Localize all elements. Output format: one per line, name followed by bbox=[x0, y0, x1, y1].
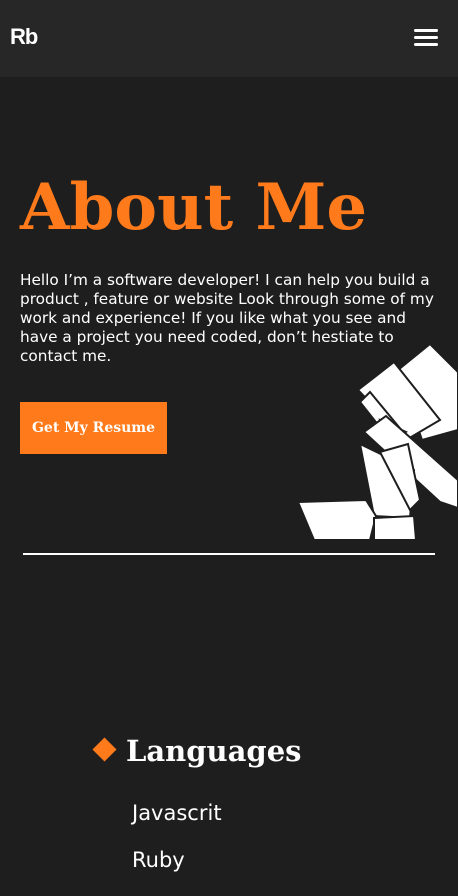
logo[interactable]: Rb bbox=[10, 24, 38, 50]
language-item: Javascrit bbox=[132, 801, 222, 825]
stacked-books-illustration bbox=[296, 342, 458, 541]
section-divider bbox=[23, 553, 435, 555]
menu-icon-bar bbox=[414, 36, 438, 39]
orange-diamond-icon bbox=[92, 737, 117, 762]
hamburger-menu-button[interactable] bbox=[408, 24, 444, 52]
menu-icon-bar bbox=[414, 43, 438, 46]
languages-list: Javascrit Ruby bbox=[132, 797, 222, 891]
get-resume-button[interactable]: Get My Resume bbox=[20, 402, 167, 454]
navbar: Rb bbox=[0, 0, 458, 77]
about-title: About Me bbox=[20, 170, 368, 245]
hamburger-menu-icon bbox=[414, 29, 438, 32]
languages-title: Languages bbox=[126, 734, 302, 768]
language-item: Ruby bbox=[132, 848, 185, 872]
